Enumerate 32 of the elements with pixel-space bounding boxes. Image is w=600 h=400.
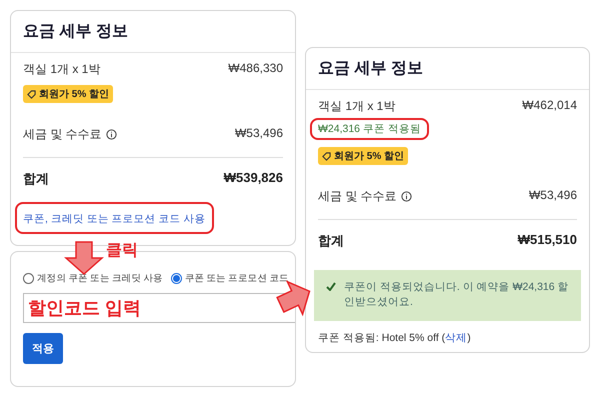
line-label: 객실 1개 x 1박	[318, 98, 396, 115]
total-amount: ₩539,826	[224, 170, 283, 186]
code-input-field[interactable]: 할인코드 입력	[23, 293, 295, 323]
coupon-footer: 쿠폰 적용됨: Hotel 5% off (삭제)	[318, 331, 577, 345]
total-amount: ₩515,510	[518, 232, 577, 248]
click-label: 클릭	[106, 241, 138, 261]
total-label: 합계	[23, 170, 49, 188]
check-icon	[326, 282, 336, 290]
apply-button[interactable]: 적용	[23, 333, 63, 364]
tag-icon	[322, 152, 331, 160]
coupon-note: ₩24,316 쿠폰 적용됨	[318, 122, 421, 136]
line-amount: ₩462,014	[522, 98, 577, 112]
card-title: 요금 세부 정보	[11, 11, 295, 53]
line-label: 세금 및 수수료	[318, 188, 397, 204]
line-label: 객실 1개 x 1박	[23, 61, 100, 78]
line-label: 세금 및 수수료	[23, 126, 102, 142]
remove-link[interactable]: 삭제	[445, 332, 468, 344]
discount-badge: 회원가 5% 할인	[23, 85, 114, 103]
total-label: 합계	[318, 232, 344, 250]
discount-badge: 회원가 5% 할인	[318, 147, 408, 165]
radio-option[interactable]: 쿠폰 또는 프로모션 코드	[170, 272, 289, 285]
line-amount: ₩53,496	[528, 188, 577, 202]
tag-icon	[27, 90, 36, 98]
radio-option[interactable]: 계정의 쿠폰 또는 크레딧 사용	[23, 272, 163, 285]
info-icon	[106, 128, 117, 140]
line-amount: ₩486,330	[228, 61, 283, 75]
card-title: 요금 세부 정보	[306, 48, 589, 90]
promo-code-link[interactable]: 쿠폰, 크레딧 또는 프로모션 코드 사용	[23, 212, 206, 226]
success-text: 쿠폰이 적용되었습니다. 이 예약을 ₩24,316 할인받으셨어요.	[344, 280, 569, 310]
info-icon	[400, 190, 412, 202]
line-amount: ₩53,496	[234, 126, 283, 140]
arrow-icon	[64, 240, 104, 276]
